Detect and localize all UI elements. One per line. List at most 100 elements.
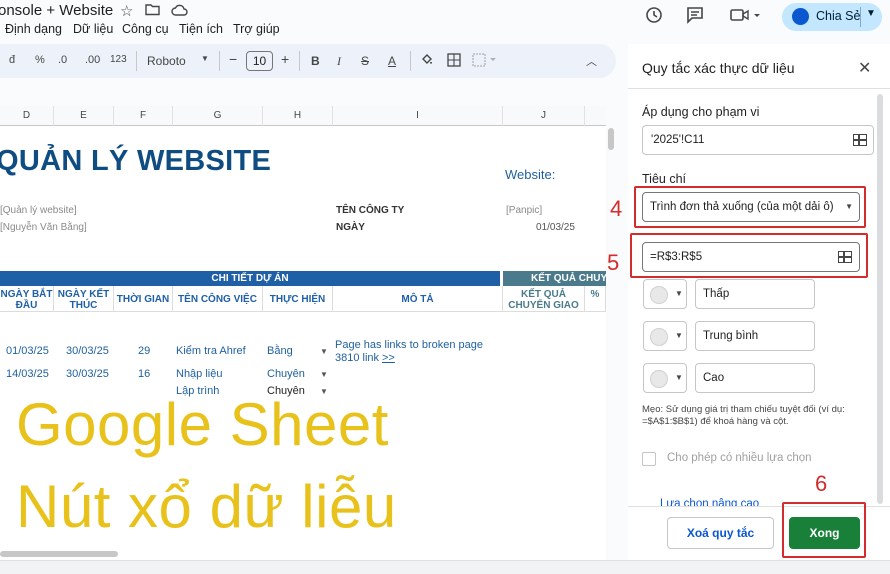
- option3-value: Cao: [703, 372, 725, 384]
- panel-title: Quy tắc xác thực dữ liệu: [642, 60, 795, 76]
- font-family-select[interactable]: Roboto: [147, 54, 186, 68]
- move-folder-icon[interactable]: [145, 3, 160, 21]
- column-header-f[interactable]: F: [114, 106, 173, 126]
- row1-description[interactable]: Page has links to broken page: [335, 339, 483, 351]
- row1-assignee[interactable]: Bằng: [267, 345, 293, 357]
- column-header-d[interactable]: D: [0, 106, 54, 126]
- row2-assignee[interactable]: Chuyên: [267, 368, 305, 380]
- header-percent[interactable]: %: [585, 286, 606, 312]
- row1-start[interactable]: 01/03/25: [6, 345, 49, 357]
- option2-value: Trung bình: [703, 330, 759, 342]
- project-placeholder[interactable]: [Quản lý website]: [0, 205, 77, 216]
- row2-time[interactable]: 16: [138, 368, 150, 380]
- result-band[interactable]: KẾT QUẢ CHUYỂ: [503, 271, 606, 286]
- company-value[interactable]: [Panpic]: [506, 205, 542, 216]
- row2-assignee-dropdown-icon[interactable]: ▼: [320, 370, 328, 379]
- option2-input[interactable]: Trung bình: [695, 321, 815, 351]
- meet-icon[interactable]: [730, 7, 760, 28]
- company-label[interactable]: TÊN CÔNG TY: [336, 205, 404, 216]
- percent-format-button[interactable]: %: [35, 54, 45, 66]
- document-title[interactable]: onsole + Website: [0, 2, 113, 19]
- column-header-h[interactable]: H: [263, 106, 333, 126]
- column-header-i[interactable]: I: [333, 106, 503, 126]
- remove-rule-button[interactable]: Xoá quy tắc: [667, 517, 774, 549]
- version-history-icon[interactable]: [645, 6, 663, 29]
- option3-input[interactable]: Cao: [695, 363, 815, 393]
- borders-icon[interactable]: [447, 53, 461, 72]
- horizontal-scrollbar[interactable]: [0, 551, 118, 557]
- row1-end[interactable]: 30/03/25: [66, 345, 109, 357]
- apply-range-label: Áp dụng cho phạm vi: [642, 105, 760, 119]
- share-dropdown-icon[interactable]: ▼: [866, 8, 876, 19]
- column-header-j[interactable]: J: [503, 106, 585, 126]
- header-task[interactable]: TÊN CÔNG VIỆC: [173, 286, 263, 312]
- project-detail-band[interactable]: CHI TIẾT DỰ ÁN: [0, 271, 500, 286]
- header-description[interactable]: MÔ TẢ: [333, 286, 503, 312]
- menu-tools[interactable]: Công cụ: [122, 22, 169, 36]
- merge-cells-icon[interactable]: [472, 53, 498, 72]
- increase-font-size-button[interactable]: +: [281, 51, 289, 67]
- header-deliverable[interactable]: KẾT QUẢ CHUYỂN GIAO: [503, 286, 585, 312]
- row2-task[interactable]: Nhập liệu: [176, 368, 222, 380]
- select-range-icon[interactable]: [853, 134, 867, 146]
- bold-icon[interactable]: B: [311, 54, 320, 68]
- overlay-caption-line1: Google Sheet: [16, 391, 389, 458]
- collapse-toolbar-icon[interactable]: ︿: [586, 53, 597, 69]
- option3-color-picker[interactable]: ▼: [643, 363, 687, 393]
- font-family-dropdown-icon[interactable]: ▼: [201, 54, 209, 63]
- range-input[interactable]: '2025'!C11: [642, 125, 874, 155]
- decrease-decimal-button[interactable]: .0: [58, 54, 67, 66]
- date-value[interactable]: 01/03/25: [536, 222, 575, 233]
- row2-end[interactable]: 30/03/25: [66, 368, 109, 380]
- range-value: '2025'!C11: [651, 134, 705, 146]
- row1-time[interactable]: 29: [138, 345, 150, 357]
- menu-extensions[interactable]: Tiện ích: [179, 22, 223, 36]
- tip-text: Mẹo: Sử dụng giá trị tham chiếu tuyệt đố…: [642, 404, 845, 427]
- bottom-bar: [0, 560, 890, 574]
- header-end-date[interactable]: NGÀY KẾT THÚC: [54, 286, 114, 312]
- row1-link[interactable]: >>: [382, 352, 395, 364]
- text-color-icon[interactable]: A: [388, 54, 396, 68]
- row1-assignee-dropdown-icon[interactable]: ▼: [320, 347, 328, 356]
- cloud-status-icon[interactable]: [171, 3, 188, 21]
- column-header-e[interactable]: E: [54, 106, 114, 126]
- sheet-title[interactable]: QUẢN LÝ WEBSITE: [0, 145, 271, 178]
- option2-color-picker[interactable]: ▼: [643, 321, 687, 351]
- multi-select-label: Cho phép có nhiều lựa chọn: [667, 452, 812, 464]
- share-button[interactable]: Chia Sẻ ▼: [782, 3, 882, 31]
- chevron-down-icon: ▼: [675, 373, 683, 382]
- menu-format[interactable]: Định dạng: [5, 22, 62, 36]
- header-duration[interactable]: THỜI GIAN: [114, 286, 173, 312]
- font-size-input[interactable]: 10: [246, 51, 273, 71]
- website-label[interactable]: Website:: [505, 167, 555, 182]
- multi-select-checkbox[interactable]: [642, 452, 656, 466]
- header-start-date[interactable]: NGÀY BẮT ĐẦU: [0, 286, 54, 312]
- more-formats-button[interactable]: 123: [110, 54, 127, 65]
- menu-help[interactable]: Trợ giúp: [233, 22, 280, 36]
- option1-input[interactable]: Thấp: [695, 279, 815, 309]
- decrease-font-size-button[interactable]: −: [229, 51, 237, 67]
- comments-icon[interactable]: [686, 6, 704, 29]
- row1-task[interactable]: Kiểm tra Ahref: [176, 345, 246, 357]
- increase-decimal-button[interactable]: .00: [85, 54, 100, 66]
- color-swatch-icon: [650, 370, 668, 388]
- vertical-scrollbar[interactable]: [608, 128, 614, 150]
- menu-data[interactable]: Dữ liệu: [73, 22, 113, 36]
- globe-icon: [792, 8, 809, 25]
- header-assignee[interactable]: THỰC HIỆN: [263, 286, 333, 312]
- italic-icon[interactable]: I: [337, 54, 341, 69]
- annotation-box-6: [782, 502, 866, 558]
- row2-start[interactable]: 14/03/25: [6, 368, 49, 380]
- owner-placeholder[interactable]: [Nguyễn Văn Bằng]: [0, 222, 87, 233]
- fill-color-icon[interactable]: [420, 53, 434, 72]
- row1-description-line2[interactable]: 3810 link: [335, 352, 379, 364]
- date-label[interactable]: NGÀY: [336, 222, 365, 233]
- star-icon[interactable]: ☆: [120, 3, 133, 21]
- column-header-g[interactable]: G: [173, 106, 263, 126]
- currency-format-button[interactable]: đ: [9, 54, 15, 66]
- close-icon[interactable]: ✕: [858, 58, 871, 78]
- option1-value: Thấp: [703, 288, 730, 300]
- strikethrough-icon[interactable]: S: [361, 54, 369, 68]
- panel-scrollbar[interactable]: [877, 94, 883, 504]
- option1-color-picker[interactable]: ▼: [643, 279, 687, 309]
